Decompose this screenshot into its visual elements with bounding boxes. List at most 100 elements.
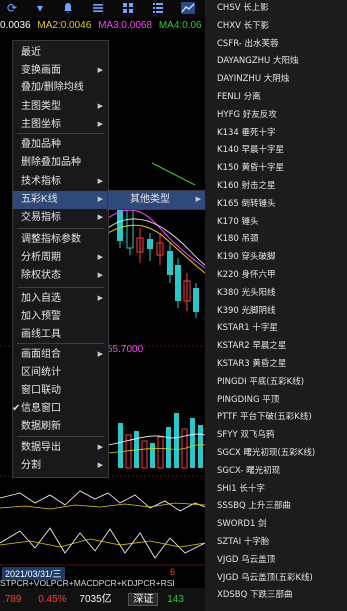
pattern-item[interactable]: KSTAR2 早晨之星 bbox=[217, 338, 345, 355]
pattern-item[interactable]: SWORD1 剑 bbox=[217, 516, 345, 533]
grid-icon[interactable] bbox=[122, 2, 134, 14]
pattern-item[interactable]: DAYINZHU 大阴烛 bbox=[217, 71, 345, 88]
menu-item-15[interactable]: 画线工具 bbox=[13, 326, 108, 344]
pattern-item[interactable]: SFYY 双飞乌鸦 bbox=[217, 427, 345, 444]
chevron-right-icon: ▶ bbox=[97, 351, 103, 358]
menu-item-11[interactable]: 分析周期 ▶ bbox=[13, 249, 108, 267]
pattern-item[interactable]: K160 射击之星 bbox=[217, 178, 345, 195]
pattern-item[interactable]: KSTAR1 十字星 bbox=[217, 320, 345, 337]
menu-item-14[interactable]: 加入预警 bbox=[13, 308, 108, 326]
refresh-icon[interactable]: ⟳ bbox=[6, 2, 18, 14]
menu-item-18[interactable]: 窗口联动 bbox=[13, 382, 108, 400]
pattern-item[interactable]: CHXV 长下影 bbox=[217, 18, 345, 35]
pattern-item[interactable]: K170 锤头 bbox=[217, 214, 345, 231]
menu-item-17[interactable]: 区间统计 bbox=[13, 364, 108, 382]
menu-item-4[interactable]: 主图坐标 ▶ bbox=[13, 116, 108, 134]
bottom-status-bar: .789 0.45% 7035亿 深证 143 bbox=[0, 588, 205, 611]
menu-item-label: 最近 bbox=[21, 47, 41, 58]
pattern-item[interactable]: PINGDING 平顶 bbox=[217, 392, 345, 409]
menu-item-7[interactable]: 技术指标 ▶ bbox=[13, 173, 108, 191]
checkmark-icon: ✔ bbox=[12, 403, 21, 414]
pattern-item[interactable]: VJGD 乌云盖顶(五彩K线) bbox=[217, 570, 345, 587]
shenzhen-button[interactable]: 深证 bbox=[128, 593, 159, 606]
menu-item-0[interactable]: 最近 bbox=[13, 44, 108, 62]
pattern-item[interactable]: K190 穿头破脚 bbox=[217, 249, 345, 266]
menu-item-19[interactable]: ✔ 信息窗口 bbox=[12, 400, 108, 418]
pattern-item[interactable]: K150 黄昏十字星 bbox=[217, 160, 345, 177]
pattern-item[interactable]: KSTAR3 黄昏之星 bbox=[217, 356, 345, 373]
chart-icon[interactable] bbox=[181, 2, 195, 14]
pattern-item[interactable]: PTTF 平台下破(五彩K线) bbox=[217, 409, 345, 426]
menu-item-label: 叠加/删除均线 bbox=[21, 82, 84, 93]
bell-icon[interactable] bbox=[62, 2, 74, 14]
pattern-item[interactable]: SHI1 长十字 bbox=[217, 481, 345, 498]
chevron-right-icon: ▶ bbox=[97, 462, 103, 469]
chevron-right-icon: ▶ bbox=[97, 272, 103, 279]
pattern-item[interactable]: K140 早晨十字星 bbox=[217, 142, 345, 159]
pattern-item[interactable]: PINGDI 平底(五彩K线) bbox=[217, 374, 345, 391]
menu-item-16[interactable]: 画面组合 ▶ bbox=[13, 346, 108, 364]
pattern-item[interactable]: CSFR- 出水芙蓉 bbox=[217, 36, 345, 53]
pattern-item[interactable]: SGCX 曙光初现(五彩K线) bbox=[217, 445, 345, 462]
menu-item-9[interactable]: 交易指标 ▶ bbox=[13, 209, 108, 227]
menu-item-20[interactable]: 数据刷新 bbox=[13, 418, 108, 436]
pattern-item[interactable]: K220 身怀六甲 bbox=[217, 267, 345, 284]
pattern-list: CHSV 长上影 CHXV 长下影 CSFR- 出水芙蓉 DAYANGZHU 大阳烛 D… bbox=[205, 0, 347, 611]
menu-item-label: 窗口联动 bbox=[21, 385, 61, 396]
chevron-right-icon: ▶ bbox=[97, 254, 103, 261]
candlesticks bbox=[117, 193, 199, 318]
menu-item-label: 五彩K线 bbox=[21, 194, 58, 205]
menu-item-3[interactable]: 主图类型 ▶ bbox=[13, 98, 108, 116]
menu-item-22[interactable]: 分割 ▶ bbox=[13, 457, 108, 475]
menu-item-8[interactable]: 五彩K线 ▶ bbox=[13, 191, 108, 209]
pattern-item[interactable]: XDSBQ 下跌三部曲 bbox=[217, 587, 345, 604]
menu-item-label: 技术指标 bbox=[21, 176, 61, 187]
pattern-item[interactable]: SZTAI 十字胎 bbox=[217, 534, 345, 551]
menu-item-label: 画面组合 bbox=[21, 349, 61, 360]
chevron-right-icon: ▶ bbox=[97, 67, 103, 74]
menu-item-10[interactable]: 调整指标参数 bbox=[13, 231, 108, 249]
menu-item-1[interactable]: 变换画面 ▶ bbox=[13, 62, 108, 80]
pattern-item[interactable]: VJGD 乌云盖顶 bbox=[217, 552, 345, 569]
pattern-item[interactable]: FENLI 分离 bbox=[217, 89, 345, 106]
ma-line-green bbox=[151, 162, 196, 186]
pattern-item[interactable]: DAYANGZHU 大阳烛 bbox=[217, 53, 345, 70]
pattern-item[interactable]: K165 倒转锤头 bbox=[217, 196, 345, 213]
menu-item-13[interactable]: 加入自选 ▶ bbox=[13, 290, 108, 308]
pattern-item[interactable]: CHSV 长上影 bbox=[217, 0, 345, 17]
menu-item-other-types[interactable]: 其他类型 ▶ bbox=[108, 191, 206, 209]
menu-item-label: 数据导出 bbox=[21, 442, 61, 453]
pattern-item[interactable]: K134 垂死十字 bbox=[217, 125, 345, 142]
list-icon[interactable] bbox=[92, 2, 104, 14]
menu-item-6[interactable]: 删除叠加品种 bbox=[13, 154, 108, 172]
menu-separator bbox=[17, 287, 104, 288]
indicator-label[interactable]: STPCR+VOLPCR+MACDPCR+KDJPCR+RSI bbox=[0, 578, 175, 588]
pattern-item[interactable]: HYFG 好友反攻 bbox=[217, 107, 345, 124]
menu-item-label: 除权状态 bbox=[21, 270, 61, 281]
dropdown-icon[interactable]: ▾ bbox=[34, 2, 46, 14]
pattern-item[interactable]: K390 光脚阴线 bbox=[217, 303, 345, 320]
pattern-item[interactable]: K380 光头阳线 bbox=[217, 285, 345, 302]
menu-item-label: 交易指标 bbox=[21, 212, 61, 223]
chevron-right-icon: ▶ bbox=[97, 103, 103, 110]
menu-item-2[interactable]: 叠加/删除均线 bbox=[13, 79, 108, 97]
menu-item-label: 加入预警 bbox=[21, 311, 61, 322]
chevron-right-icon: ▶ bbox=[97, 214, 103, 221]
menu-item-label: 叠加品种 bbox=[21, 139, 61, 150]
index-value: .789 bbox=[2, 594, 22, 605]
chevron-right-icon: ▶ bbox=[97, 444, 103, 451]
pattern-item[interactable]: SSSBQ 上升三部曲 bbox=[217, 498, 345, 515]
menu-item-label: 加入自选 bbox=[21, 293, 61, 304]
pattern-item[interactable]: K180 吊颈 bbox=[217, 231, 345, 248]
pattern-item[interactable]: SGCX- 曙光初现 bbox=[217, 463, 345, 480]
menu-separator bbox=[17, 436, 104, 437]
turnover-value: 7035亿 bbox=[79, 594, 112, 605]
top-toolbar: ⟳ ▾ bbox=[0, 0, 205, 18]
menu-item-12[interactable]: 除权状态 ▶ bbox=[13, 267, 108, 285]
menu-item-label: 主图类型 bbox=[21, 101, 61, 112]
menu-item-21[interactable]: 数据导出 ▶ bbox=[13, 439, 108, 457]
menu-item-label: 分割 bbox=[21, 460, 41, 471]
menu-item-5[interactable]: 叠加品种 bbox=[13, 136, 108, 154]
date-suffix: 6 bbox=[170, 567, 176, 577]
menu-icon[interactable] bbox=[152, 2, 164, 14]
